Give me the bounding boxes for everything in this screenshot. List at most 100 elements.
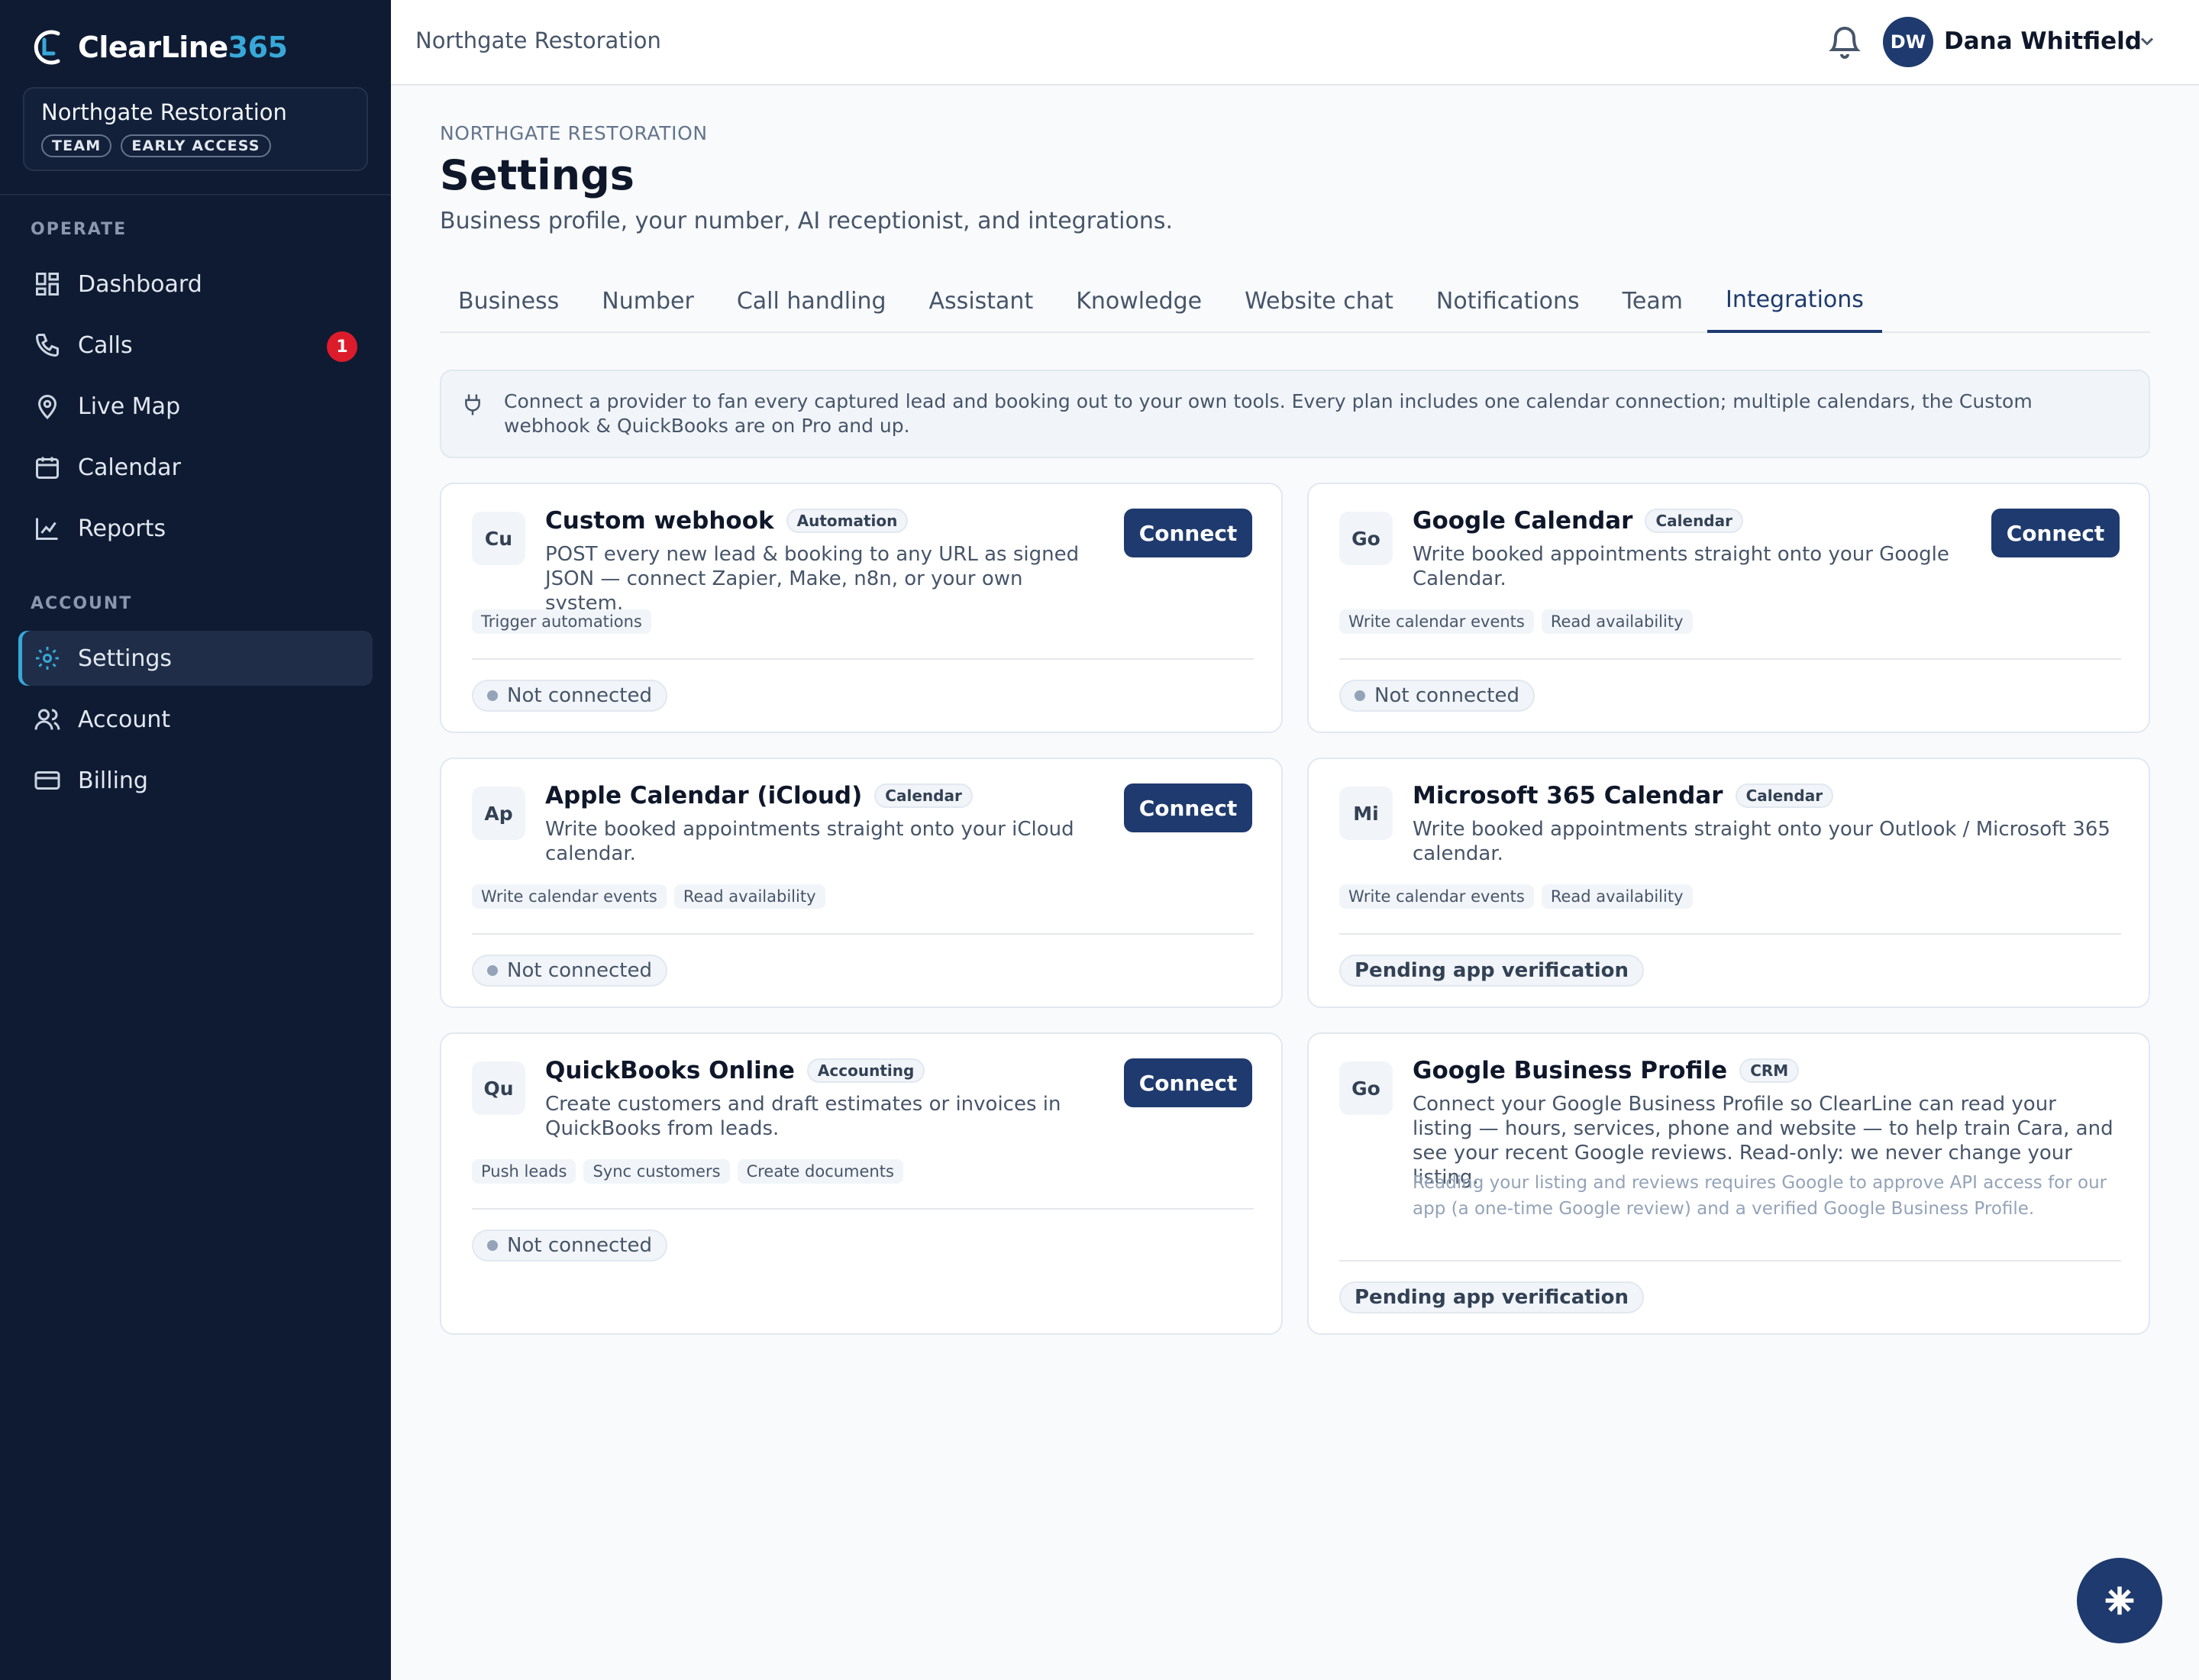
integration-card-quickbooks-online: Qu QuickBooks Online Accounting Create c… bbox=[440, 1032, 1283, 1335]
tab-assistant[interactable]: Assistant bbox=[911, 269, 1052, 333]
sidebar-item-billing[interactable]: Billing bbox=[18, 753, 373, 808]
breadcrumb: Northgate Restoration bbox=[415, 27, 661, 53]
integration-note: Reading your listing and reviews require… bbox=[1413, 1173, 2107, 1219]
tab-business[interactable]: Business bbox=[440, 269, 577, 333]
chevron-down-icon[interactable] bbox=[2136, 31, 2158, 52]
capability-chip: Write calendar events bbox=[1339, 609, 1534, 634]
integration-title: Google Calendar bbox=[1413, 507, 1633, 535]
integration-title: Microsoft 365 Calendar bbox=[1413, 782, 1723, 809]
connect-button[interactable]: Connect bbox=[1124, 783, 1252, 832]
integration-category-tag: Accounting bbox=[806, 1058, 925, 1083]
status-badge: Not connected bbox=[472, 680, 667, 712]
phone-icon bbox=[35, 334, 59, 357]
avatar[interactable]: DW bbox=[1883, 17, 1933, 67]
card-divider bbox=[472, 1208, 1254, 1210]
clearline-logo-icon bbox=[34, 30, 60, 65]
page-title: Settings bbox=[440, 151, 635, 199]
integration-card-custom-webhook: Cu Custom webhook Automation POST every … bbox=[440, 483, 1283, 733]
tab-integrations[interactable]: Integrations bbox=[1707, 269, 1882, 333]
integration-category-tag: Automation bbox=[786, 509, 909, 533]
calls-count-badge: 1 bbox=[327, 331, 357, 362]
org-name: Northgate Restoration bbox=[41, 99, 287, 125]
integration-category-tag: Calendar bbox=[874, 783, 973, 808]
connect-button[interactable]: Connect bbox=[1124, 1058, 1252, 1107]
capability-chip: Sync customers bbox=[583, 1159, 730, 1184]
status-text: Pending app verification bbox=[1355, 959, 1629, 982]
sidebar-divider bbox=[0, 194, 391, 195]
sidebar-item-label: Live Map bbox=[78, 393, 181, 420]
sidebar-item-settings[interactable]: Settings bbox=[18, 631, 373, 686]
tab-number[interactable]: Number bbox=[583, 269, 712, 333]
integration-card-microsoft-365-calendar: Mi Microsoft 365 Calendar Calendar Write… bbox=[1307, 758, 2150, 1008]
status-dot-icon bbox=[487, 1240, 498, 1251]
tab-notifications[interactable]: Notifications bbox=[1418, 269, 1598, 333]
assistant-fab-button[interactable] bbox=[2077, 1558, 2162, 1643]
integration-title: Google Business Profile bbox=[1413, 1057, 1728, 1084]
status-dot-icon bbox=[487, 965, 498, 976]
status-dot-icon bbox=[487, 690, 498, 701]
integration-logo: Go bbox=[1339, 1061, 1393, 1115]
topbar: Northgate Restoration DW Dana Whitfield bbox=[391, 0, 2199, 86]
status-badge: Not connected bbox=[472, 955, 667, 987]
settings-tabs: Business Number Call handling Assistant … bbox=[440, 269, 2150, 333]
capability-chip: Push leads bbox=[472, 1159, 576, 1184]
status-badge: Pending app verification bbox=[1339, 955, 1644, 987]
grid-icon bbox=[36, 273, 59, 296]
calendar-icon bbox=[36, 457, 59, 479]
user-name[interactable]: Dana Whitfield bbox=[1944, 27, 2142, 55]
chart-icon bbox=[36, 518, 58, 540]
org-switcher[interactable]: Northgate Restoration TEAM EARLY ACCESS bbox=[23, 87, 368, 171]
plan-badge-early-access: EARLY ACCESS bbox=[121, 134, 271, 157]
sidebar-item-label: Reports bbox=[78, 515, 166, 542]
status-badge: Pending app verification bbox=[1339, 1281, 1644, 1313]
status-badge: Not connected bbox=[1339, 680, 1535, 712]
sidebar-item-dashboard[interactable]: Dashboard bbox=[18, 257, 373, 312]
sidebar-item-calendar[interactable]: Calendar bbox=[18, 440, 373, 495]
sidebar-item-label: Settings bbox=[78, 645, 173, 672]
integration-logo: Go bbox=[1339, 512, 1393, 565]
tab-team[interactable]: Team bbox=[1604, 269, 1701, 333]
notifications-bell-icon[interactable] bbox=[1826, 23, 1863, 61]
capability-chip: Read availability bbox=[1541, 609, 1693, 634]
brand-logo[interactable]: ClearLine365 bbox=[29, 26, 288, 69]
map-pin-icon bbox=[37, 395, 57, 420]
integration-description: Write booked appointments straight onto … bbox=[1413, 818, 2110, 865]
capability-chip: Read availability bbox=[673, 884, 825, 909]
integration-logo: Cu bbox=[472, 512, 525, 565]
connect-button[interactable]: Connect bbox=[1124, 509, 1252, 557]
integration-card-google-calendar: Go Google Calendar Calendar Write booked… bbox=[1307, 483, 2150, 733]
plug-icon bbox=[465, 394, 480, 415]
sidebar-item-reports[interactable]: Reports bbox=[18, 501, 373, 556]
integration-description: Write booked appointments straight onto … bbox=[545, 818, 1074, 865]
sidebar: ClearLine365 Northgate Restoration TEAM … bbox=[0, 0, 391, 1680]
capability-chip: Create documents bbox=[737, 1159, 903, 1184]
info-text: Connect a provider to fan every captured… bbox=[504, 390, 2033, 437]
plan-badge-team: TEAM bbox=[41, 134, 112, 157]
integration-category-tag: Calendar bbox=[1645, 509, 1743, 533]
integrations-info-banner: Connect a provider to fan every captured… bbox=[440, 370, 2150, 458]
sidebar-item-label: Dashboard bbox=[78, 270, 202, 298]
integration-card-apple-calendar: Ap Apple Calendar (iCloud) Calendar Writ… bbox=[440, 758, 1283, 1008]
sidebar-item-calls[interactable]: Calls 1 bbox=[18, 318, 373, 373]
tab-call-handling[interactable]: Call handling bbox=[718, 269, 905, 333]
sparkle-icon bbox=[2105, 1586, 2134, 1615]
brand-name: ClearLine365 bbox=[78, 31, 288, 64]
integration-title: QuickBooks Online bbox=[545, 1057, 795, 1084]
tab-knowledge[interactable]: Knowledge bbox=[1058, 269, 1220, 333]
card-divider bbox=[472, 658, 1254, 660]
capability-chip: Write calendar events bbox=[472, 884, 667, 909]
sidebar-item-label: Account bbox=[78, 706, 171, 733]
sidebar-item-live-map[interactable]: Live Map bbox=[18, 379, 373, 434]
card-divider bbox=[472, 933, 1254, 935]
tab-website-chat[interactable]: Website chat bbox=[1226, 269, 1412, 333]
status-badge: Not connected bbox=[472, 1229, 667, 1262]
sidebar-item-account[interactable]: Account bbox=[18, 692, 373, 747]
connect-button[interactable]: Connect bbox=[1991, 509, 2120, 557]
card-divider bbox=[1339, 1260, 2121, 1262]
gear-icon bbox=[36, 647, 59, 670]
capability-chip: Write calendar events bbox=[1339, 884, 1534, 909]
integration-logo: Mi bbox=[1339, 787, 1393, 840]
users-icon bbox=[34, 709, 60, 730]
card-divider bbox=[1339, 933, 2121, 935]
integration-description: Create customers and draft estimates or … bbox=[545, 1093, 1061, 1140]
